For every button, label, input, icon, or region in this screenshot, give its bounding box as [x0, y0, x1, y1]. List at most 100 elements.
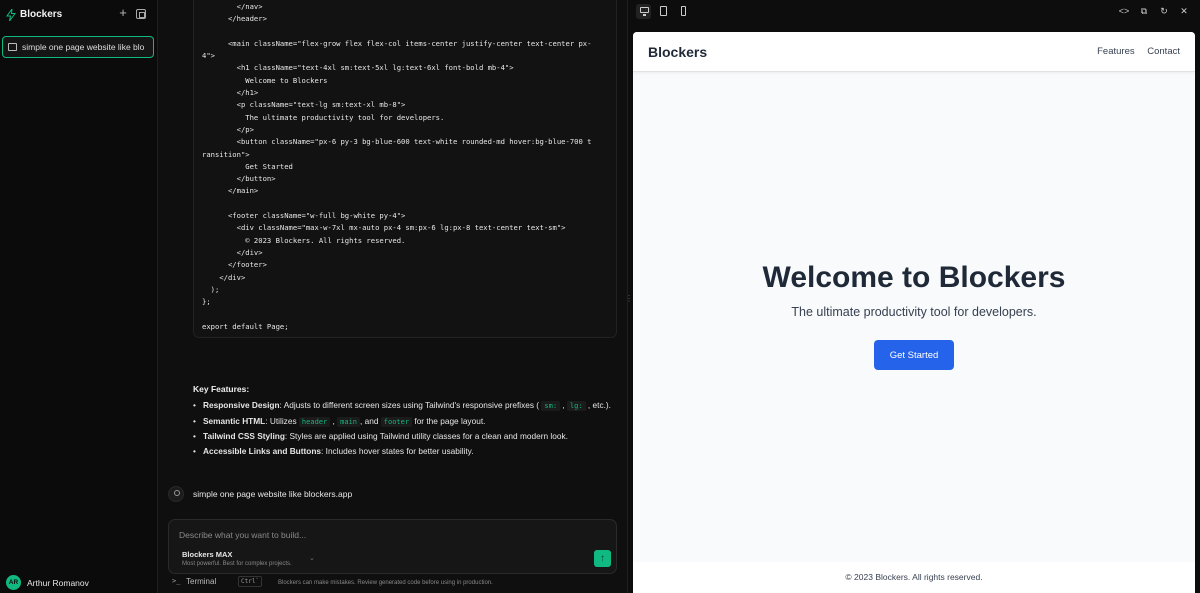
model-description: Most powerful. Best for complex projects… — [182, 561, 292, 567]
list-item: Responsive Design: Adjusts to different … — [193, 399, 623, 413]
split-view-icon[interactable]: ⧉ — [1137, 5, 1151, 17]
desktop-icon — [640, 7, 649, 16]
hero-title: Welcome to Blockers — [762, 261, 1066, 294]
site-header: Blockers Features Contact — [633, 32, 1195, 72]
code-line: ransition"> — [202, 149, 250, 159]
code-icon[interactable]: <> — [1117, 5, 1131, 17]
feature-text: : Utilizes — [265, 415, 297, 426]
composer: Blockers MAX Most powerful. Best for com… — [168, 519, 617, 574]
terminal-icon: >_ — [172, 577, 181, 585]
preview-toolbar: <> ⧉ ↻ ✕ — [632, 0, 1200, 25]
code-line: <div className="max-w-7xl mx-auto px-4 s… — [202, 223, 566, 233]
new-chat-icon[interactable]: + — [117, 6, 129, 20]
feature-name: Responsive Design — [203, 400, 280, 410]
code-line: </button> — [202, 174, 276, 184]
code-tag: lg: — [566, 401, 586, 411]
refresh-icon[interactable]: ↻ — [1157, 5, 1171, 17]
code-line: <footer className="w-full bg-white py-4"… — [202, 211, 406, 221]
user-message-text: simple one page website like blockers.ap… — [193, 489, 353, 499]
tablet-icon — [660, 6, 667, 16]
chat-bubble-icon — [8, 43, 17, 51]
code-tag: footer — [380, 416, 413, 427]
close-icon[interactable]: ✕ — [1177, 5, 1191, 17]
code-line: </h1> — [202, 88, 259, 98]
chat-panel: </nav> </header> <main className="flex-g… — [158, 0, 627, 593]
features-title: Key Features: — [193, 384, 250, 394]
feature-text: etc.). — [592, 400, 611, 410]
code-line: </header> — [202, 14, 267, 24]
code-line: ); — [202, 284, 220, 294]
code-line: The ultimate productivity tool for devel… — [202, 112, 445, 122]
user-name: Arthur Romanov — [27, 578, 89, 588]
nav-link-contact[interactable]: Contact — [1147, 46, 1180, 57]
code-line: 4"> — [202, 51, 215, 61]
feature-text: : Styles are applied using Tailwind util… — [284, 431, 568, 441]
panel-toggle-icon[interactable] — [136, 9, 146, 19]
sidebar-item-label: simple one page website like blo — [22, 42, 145, 52]
footer-text: © 2023 Blockers. All rights reserved. — [845, 572, 983, 582]
model-selector[interactable]: Blockers MAX Most powerful. Best for com… — [182, 550, 292, 567]
model-name: Blockers MAX — [182, 550, 233, 559]
code-line: <p className="text-lg sm:text-xl mb-8"> — [202, 100, 406, 110]
code-tag: main — [337, 416, 360, 427]
site-brand[interactable]: Blockers — [648, 44, 707, 60]
code-line: Welcome to Blockers — [202, 75, 328, 85]
user-icon — [168, 486, 184, 502]
site-nav: Features Contact — [1087, 46, 1180, 57]
list-item: Accessible Links and Buttons: Includes h… — [193, 445, 623, 458]
sidebar-header: Blockers + — [0, 0, 158, 30]
get-started-button[interactable]: Get Started — [874, 340, 954, 370]
prompt-input[interactable] — [179, 528, 599, 542]
code-line: </nav> — [202, 2, 263, 11]
preview-frame: Blockers Features Contact Welcome to Blo… — [633, 32, 1195, 593]
send-button[interactable]: ↑ — [594, 550, 611, 567]
sidebar-item-chat[interactable]: simple one page website like blo — [2, 36, 154, 58]
code-line: Get Started — [202, 161, 293, 171]
code-line: <button className="px-6 py-3 bg-blue-600… — [202, 137, 592, 147]
sidebar: Blockers + simple one page website like … — [0, 0, 158, 593]
bolt-icon — [6, 9, 16, 21]
keyboard-shortcut: Ctrl` — [238, 576, 263, 587]
tablet-view-button[interactable] — [656, 4, 671, 19]
code-tag: header — [298, 416, 331, 427]
avatar: AR — [6, 575, 21, 590]
feature-name: Accessible Links and Buttons — [203, 445, 322, 456]
code-line: </div> — [202, 247, 263, 257]
disclaimer: Blockers can make mistakes. Review gener… — [278, 580, 493, 586]
desktop-view-button[interactable] — [636, 4, 651, 19]
site-footer: © 2023 Blockers. All rights reserved. — [633, 562, 1195, 593]
feature-text: , and — [360, 415, 379, 426]
code-content: </nav> </header> <main className="flex-g… — [202, 1, 591, 333]
feature-text: : Adjusts to different screen sizes usin… — [279, 400, 540, 410]
feature-name: Semantic HTML — [203, 415, 266, 426]
code-line: </footer> — [202, 260, 267, 270]
app-window: Blockers + simple one page website like … — [0, 0, 1200, 593]
nav-link-features[interactable]: Features — [1097, 46, 1135, 57]
features-list: Responsive Design: Adjusts to different … — [193, 399, 623, 458]
phone-icon — [681, 6, 686, 16]
code-line: </div> — [202, 272, 246, 282]
code-line: © 2023 Blockers. All rights reserved. — [202, 235, 406, 245]
app-title: Blockers — [20, 9, 63, 20]
mobile-view-button[interactable] — [676, 4, 691, 19]
list-item: Semantic HTML: Utilizes header , main, a… — [193, 415, 623, 429]
list-item: Tailwind CSS Styling: Styles are applied… — [193, 430, 623, 443]
code-tag: sm: — [541, 401, 561, 411]
feature-name: Tailwind CSS Styling — [203, 431, 285, 441]
code-line: }; — [202, 297, 211, 307]
features-section: Key Features: Responsive Design: Adjusts… — [193, 384, 623, 459]
code-line: </main> — [202, 186, 259, 196]
code-line: <h1 className="text-4xl sm:text-5xl lg:t… — [202, 63, 514, 73]
feature-text: for the page layout. — [414, 415, 486, 426]
feature-text: : Includes hover states for better usabi… — [321, 445, 474, 456]
code-block: </nav> </header> <main className="flex-g… — [193, 0, 617, 338]
terminal-label: Terminal — [186, 577, 217, 586]
resize-handle-icon[interactable]: ⋮ — [625, 294, 633, 303]
hero-subtitle: The ultimate productivity tool for devel… — [791, 305, 1037, 319]
code-line: <main className="flex-grow flex flex-col… — [202, 38, 592, 48]
code-line: export default Page; — [202, 321, 289, 331]
chevron-down-icon[interactable]: ⌄ — [309, 554, 315, 562]
